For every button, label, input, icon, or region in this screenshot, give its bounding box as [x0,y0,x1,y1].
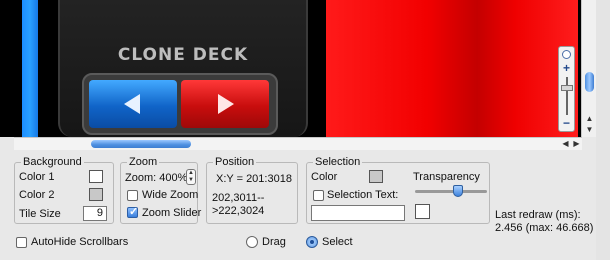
vertical-scrollbar[interactable]: ▲ ▼ [581,0,596,137]
right-arrow-icon [218,94,234,114]
wide-zoom-label: Wide Zoom [142,189,199,201]
transparency-slider-track[interactable] [415,190,487,193]
background-group: Background Color 1 Color 2 Tile Size 9 [14,156,114,224]
cursor-position-text: X:Y = 201:3018 [216,173,292,185]
selection-text-color-swatch[interactable] [415,204,430,219]
zoom-group: Zoom Zoom: 400% ▲▼ Wide Zoom Zoom Slider [120,156,202,224]
position-title: Position [213,156,257,168]
background-title: Background [21,156,84,168]
blue-tile-strip [22,0,38,137]
zoom-in-icon[interactable]: + [560,62,573,74]
scroll-down-arrow-icon[interactable]: ▼ [584,125,595,135]
selection-text-label: Selection Text: [327,189,399,201]
position-group: Position X:Y = 201:3018 202,3011-- >222,… [206,156,298,224]
select-mode-radio[interactable] [306,236,318,248]
vertical-scroll-thumb[interactable] [585,72,594,92]
tile-size-field[interactable]: 9 [83,206,107,221]
scroll-left-arrow-icon[interactable]: ◀ [560,138,571,150]
zoom-reset-icon[interactable] [562,50,571,59]
zoom-title: Zoom [127,156,160,168]
selection-range-line1: 202,3011-- [212,192,265,204]
zoom-level-label: Zoom: 400% [125,172,188,184]
color2-swatch[interactable] [89,188,103,201]
wide-zoom-checkbox[interactable] [127,190,138,201]
image-canvas[interactable]: CLONE DECK + − [0,0,595,137]
horizontal-scroll-thumb[interactable] [91,140,191,148]
color2-label: Color 2 [19,189,55,201]
zoom-slider-widget[interactable]: + − [558,46,575,132]
deck-back-button [89,80,177,128]
tile-size-label: Tile Size [19,208,61,220]
zoom-knob[interactable] [561,85,573,91]
color1-swatch[interactable] [89,170,103,183]
zoom-slider-checkbox[interactable] [127,205,138,218]
select-mode-label: Select [322,236,353,248]
autohide-scrollbars-checkbox[interactable] [16,237,27,248]
left-arrow-icon [124,94,140,114]
drag-mode-radio[interactable] [246,236,258,248]
zoom-track[interactable] [566,77,568,115]
window-right-gutter [596,0,610,260]
red-tile-panel [326,0,578,137]
selection-title: Selection [313,156,363,168]
transparency-label: Transparency [413,171,480,183]
scroll-right-arrow-icon[interactable]: ▶ [571,138,582,150]
selection-color-label: Color [311,171,338,183]
selection-group: Selection Color Transparency Selection T… [306,156,490,224]
horizontal-scrollbar[interactable]: ◀ ▶ [14,137,582,150]
deck-label: CLONE DECK [117,45,249,65]
zoom-stepper[interactable]: ▲ ▼ [186,169,196,185]
drag-mode-label: Drag [262,236,286,248]
transparency-slider-knob[interactable] [453,185,464,197]
selection-range-line2: >222,3024 [212,205,265,217]
selection-text-checkbox[interactable] [313,190,324,201]
last-redraw-value: 2.456 (max: 46.668) [495,222,594,234]
selection-text-field[interactable] [311,205,405,221]
selection-color-swatch[interactable] [369,170,383,183]
autohide-scrollbars-label: AutoHide Scrollbars [31,236,129,248]
zoom-out-icon[interactable]: − [560,117,573,129]
zoom-slider-label: Zoom Slider [142,207,202,219]
last-redraw-label: Last redraw (ms): [495,209,581,221]
scroll-up-arrow-icon[interactable]: ▲ [584,114,595,124]
deck-forward-button [181,80,269,128]
color1-label: Color 1 [19,171,55,183]
